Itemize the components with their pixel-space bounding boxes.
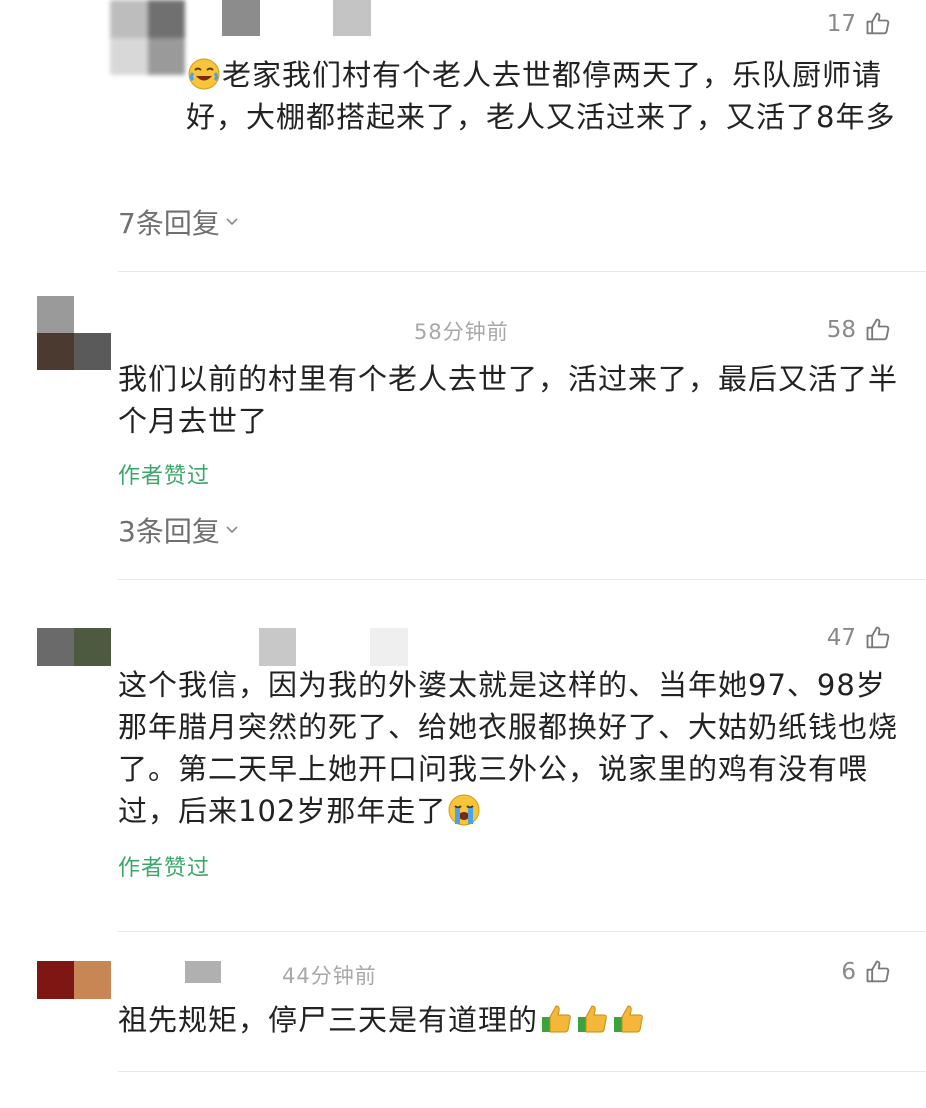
view-replies-button[interactable]: 7条回复 (118, 202, 240, 242)
avatar[interactable] (110, 0, 185, 75)
thumbs-up-emoji-icon (614, 1005, 643, 1033)
chevron-down-icon (226, 218, 238, 226)
thumbs-up-icon[interactable] (864, 316, 892, 344)
username-redacted (370, 628, 408, 666)
avatar[interactable] (37, 961, 111, 999)
thumbs-up-icon[interactable] (864, 958, 892, 986)
divider (118, 931, 926, 932)
thumbs-up-icon[interactable] (864, 624, 892, 652)
comment-item: 17 老家我们村有个老人去世都停两天了，乐队厨师请好，大棚都搭起来了，老人又活过… (0, 0, 926, 272)
comment-timestamp: 58分钟前 (414, 320, 509, 344)
comment-text: 祖先规矩，停尸三天是有道理的 (118, 999, 898, 1041)
divider (118, 1071, 926, 1072)
avatar[interactable] (37, 628, 111, 666)
divider (118, 271, 926, 272)
comment-timestamp: 44分钟前 (282, 964, 377, 988)
thumbs-up-icon[interactable] (864, 10, 892, 38)
comment-text: 我们以前的村里有个老人去世了，活过来了，最后又活了半个月去世了 (118, 362, 899, 438)
divider (118, 579, 926, 580)
thumbs-up-emoji-icon (578, 1005, 607, 1033)
author-liked-badge: 作者赞过 (118, 856, 211, 881)
username-redacted (185, 961, 221, 983)
comment-text: 老家我们村有个老人去世都停两天了，乐队厨师请好，大棚都搭起来了，老人又活过来了，… (186, 58, 896, 134)
chevron-down-icon (226, 526, 238, 534)
like-count[interactable]: 17 (827, 10, 892, 38)
loudly-crying-emoji-icon (448, 794, 480, 826)
like-count[interactable]: 6 (841, 958, 892, 986)
comment-text: 这个我信，因为我的外婆太就是这样的、当年她97、98岁那年腊月突然的死了、给她衣… (118, 668, 899, 828)
thumbs-up-emoji-icon (542, 1005, 571, 1033)
like-count[interactable]: 47 (827, 624, 892, 652)
like-count[interactable]: 58 (827, 316, 892, 344)
username-redacted (222, 0, 260, 36)
view-replies-button[interactable]: 3条回复 (118, 510, 240, 550)
username-redacted (259, 628, 296, 666)
avatar[interactable] (37, 296, 111, 370)
username-redacted (333, 0, 371, 36)
laughing-crying-emoji-icon (188, 58, 220, 90)
author-liked-badge: 作者赞过 (118, 464, 211, 489)
